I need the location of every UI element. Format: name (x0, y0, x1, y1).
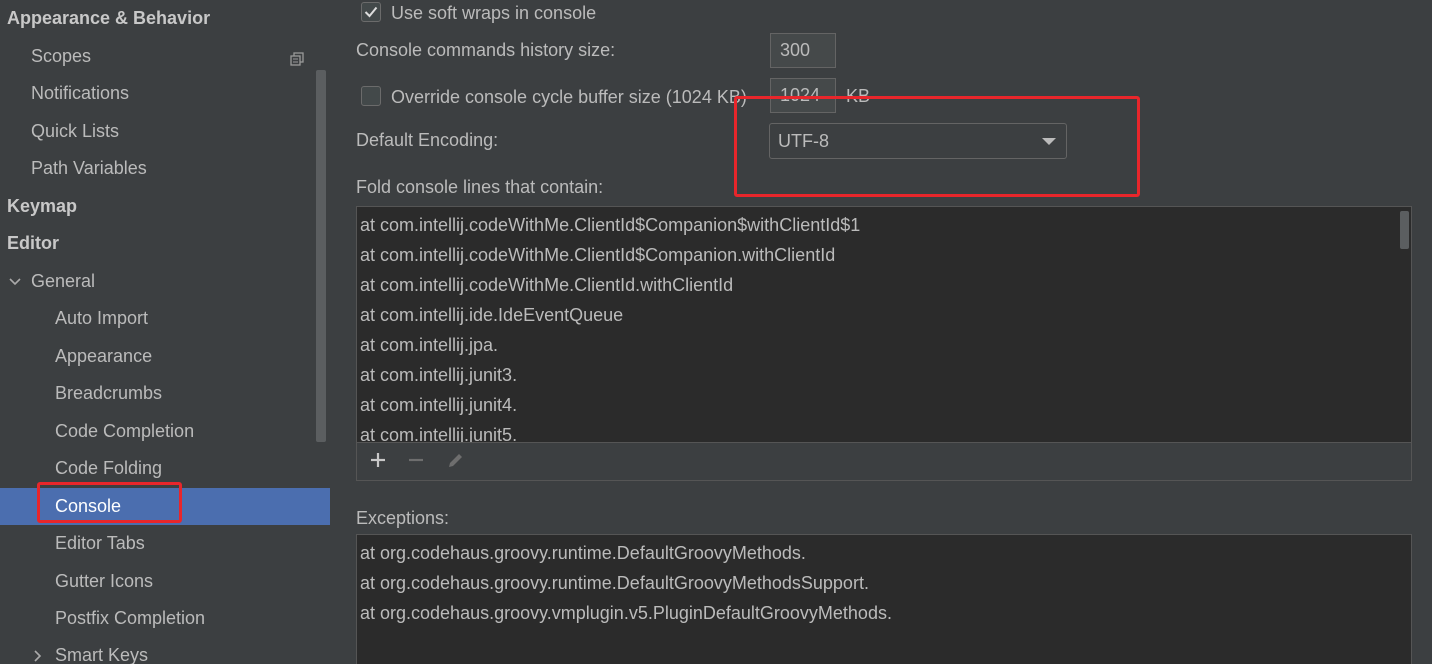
sidebar-item-label: Editor Tabs (55, 533, 145, 553)
list-item[interactable]: at com.intellij.jpa. (360, 335, 498, 356)
sidebar-item-label: Auto Import (55, 308, 149, 328)
console-highlight-box (37, 482, 182, 523)
sidebar-item-editor[interactable]: Editor (0, 225, 330, 262)
sidebar-item-path-variables[interactable]: Path Variables (0, 150, 330, 187)
sidebar-item-appearance-behavior[interactable]: Appearance & Behavior (0, 0, 330, 37)
sidebar-item-label: Quick Lists (31, 121, 120, 141)
override-buffer-label: Override console cycle buffer size (1024… (391, 87, 747, 107)
sidebar-item-label: Smart Keys (55, 645, 149, 664)
sidebar-item-gutter-icons[interactable]: Gutter Icons (0, 563, 330, 600)
sidebar-item-notifications[interactable]: Notifications (0, 75, 330, 112)
sidebar-item-general[interactable]: General (0, 263, 330, 300)
sidebar-item-label: Appearance (55, 346, 153, 366)
sidebar-item-smart-keys[interactable]: Smart Keys (0, 637, 330, 664)
add-icon[interactable] (367, 449, 389, 471)
exceptions-list[interactable]: at org.codehaus.groovy.runtime.DefaultGr… (356, 534, 1412, 664)
list-item[interactable]: at com.intellij.junit3. (360, 365, 517, 386)
chevron-down-icon[interactable] (8, 275, 22, 289)
list-item[interactable]: at com.intellij.ide.IdeEventQueue (360, 305, 623, 326)
sidebar-item-label: Path Variables (31, 158, 147, 178)
sidebar-item-label: Editor (7, 233, 59, 253)
fold-lines-list[interactable]: at com.intellij.codeWithMe.ClientId$Comp… (356, 206, 1412, 443)
sidebar-item-scopes[interactable]: Scopes (0, 38, 330, 75)
fold-list-scrollbar[interactable] (1400, 211, 1409, 249)
list-item[interactable]: at org.codehaus.groovy.runtime.DefaultGr… (360, 573, 869, 594)
sidebar-scrollbar[interactable] (316, 70, 326, 442)
encoding-highlight-box (734, 96, 1140, 197)
list-item[interactable]: at com.intellij.junit5. (360, 425, 517, 442)
sidebar-item-appearance[interactable]: Appearance (0, 338, 330, 375)
soft-wraps-label: Use soft wraps in console (391, 3, 597, 23)
sidebar-item-code-completion[interactable]: Code Completion (0, 413, 330, 450)
list-item[interactable]: at org.codehaus.groovy.runtime.DefaultGr… (360, 543, 806, 564)
history-size-input[interactable]: 300 (770, 33, 836, 68)
sidebar-item-label: Postfix Completion (55, 608, 206, 628)
sidebar-item-auto-import[interactable]: Auto Import (0, 300, 330, 337)
sidebar-item-breadcrumbs[interactable]: Breadcrumbs (0, 375, 330, 412)
sidebar-item-keymap[interactable]: Keymap (0, 188, 330, 225)
sidebar-item-label: Notifications (31, 83, 130, 103)
exceptions-label: Exceptions: (356, 508, 450, 528)
edit-icon[interactable] (445, 449, 467, 471)
sidebar-item-editor-tabs[interactable]: Editor Tabs (0, 525, 330, 562)
chevron-right-icon[interactable] (31, 649, 45, 663)
settings-sidebar: Appearance & Behavior Scopes Notificatio… (0, 0, 330, 664)
sidebar-item-label: Appearance & Behavior (7, 8, 211, 28)
sidebar-item-label: Scopes (31, 46, 92, 66)
sidebar-item-quick-lists[interactable]: Quick Lists (0, 113, 330, 150)
override-buffer-checkbox[interactable] (361, 86, 381, 106)
sidebar-item-label: General (31, 271, 96, 291)
sidebar-item-postfix-completion[interactable]: Postfix Completion (0, 600, 330, 637)
encoding-label: Default Encoding: (356, 130, 499, 150)
list-item[interactable]: at com.intellij.codeWithMe.ClientId$Comp… (360, 245, 835, 266)
list-item[interactable]: at org.codehaus.groovy.vmplugin.v5.Plugi… (360, 603, 892, 624)
history-size-label: Console commands history size: (356, 40, 616, 60)
fold-lines-label: Fold console lines that contain: (356, 177, 604, 197)
list-item[interactable]: at com.intellij.codeWithMe.ClientId.with… (360, 275, 733, 296)
remove-icon[interactable] (405, 449, 427, 471)
sidebar-item-label: Code Folding (55, 458, 163, 478)
soft-wraps-checkbox[interactable] (361, 2, 381, 22)
sidebar-item-label: Breadcrumbs (55, 383, 163, 403)
list-item[interactable]: at com.intellij.junit4. (360, 395, 517, 416)
copy-icon (290, 50, 304, 66)
list-item[interactable]: at com.intellij.codeWithMe.ClientId$Comp… (360, 215, 860, 236)
sidebar-item-label: Code Completion (55, 421, 195, 441)
fold-list-toolbar (356, 443, 1412, 481)
sidebar-item-label: Keymap (7, 196, 78, 216)
sidebar-item-label: Gutter Icons (55, 571, 154, 591)
